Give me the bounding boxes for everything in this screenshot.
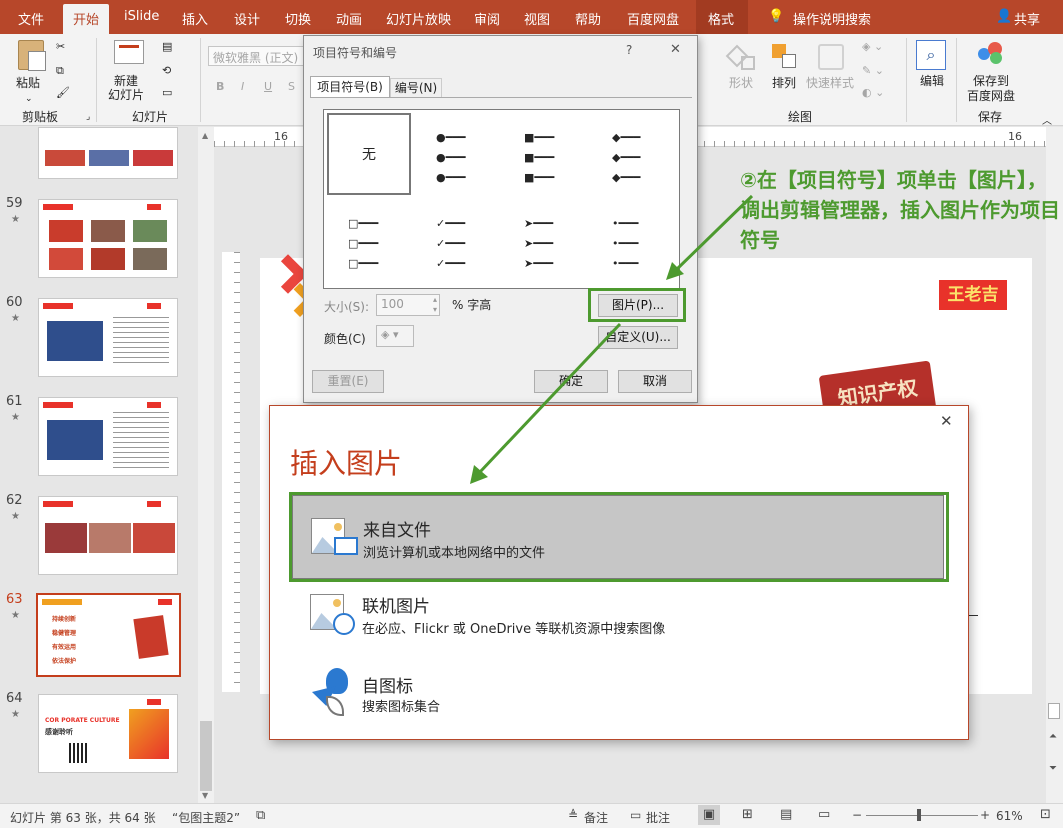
annotation-arrows: [470, 194, 754, 484]
theme-name: “包图主题2”: [172, 811, 241, 825]
comments-icon[interactable]: ▭: [630, 808, 641, 822]
accessibility-icon[interactable]: ⧉: [256, 808, 265, 823]
comments-button[interactable]: 批注: [646, 809, 670, 826]
zoom-slider-track[interactable]: [866, 815, 978, 816]
notes-button[interactable]: 备注: [584, 809, 608, 826]
zoom-in-icon[interactable]: +: [980, 808, 990, 822]
zoom-out-icon[interactable]: −: [852, 808, 862, 822]
arrow-line: [478, 322, 622, 474]
status-bar: 幻灯片 第 63 张，共 64 张 “包图主题2” ⧉ ≜ 备注 ▭ 批注 ▣ …: [0, 803, 1063, 828]
reading-view-icon[interactable]: ▤: [780, 807, 792, 822]
slideshow-icon[interactable]: ▭: [818, 807, 830, 822]
zoom-level[interactable]: 61%: [996, 809, 1023, 823]
arrow-line: [674, 194, 754, 272]
fit-slide-icon[interactable]: ⊡: [1040, 807, 1051, 822]
notes-icon[interactable]: ≜: [568, 808, 578, 822]
zoom-slider-thumb[interactable]: [917, 809, 921, 821]
normal-view-icon[interactable]: ▣: [698, 805, 720, 825]
slide-count-text: 幻灯片 第 63 张，共 64 张: [10, 811, 156, 825]
slide-sorter-icon[interactable]: ⊞: [742, 807, 753, 822]
